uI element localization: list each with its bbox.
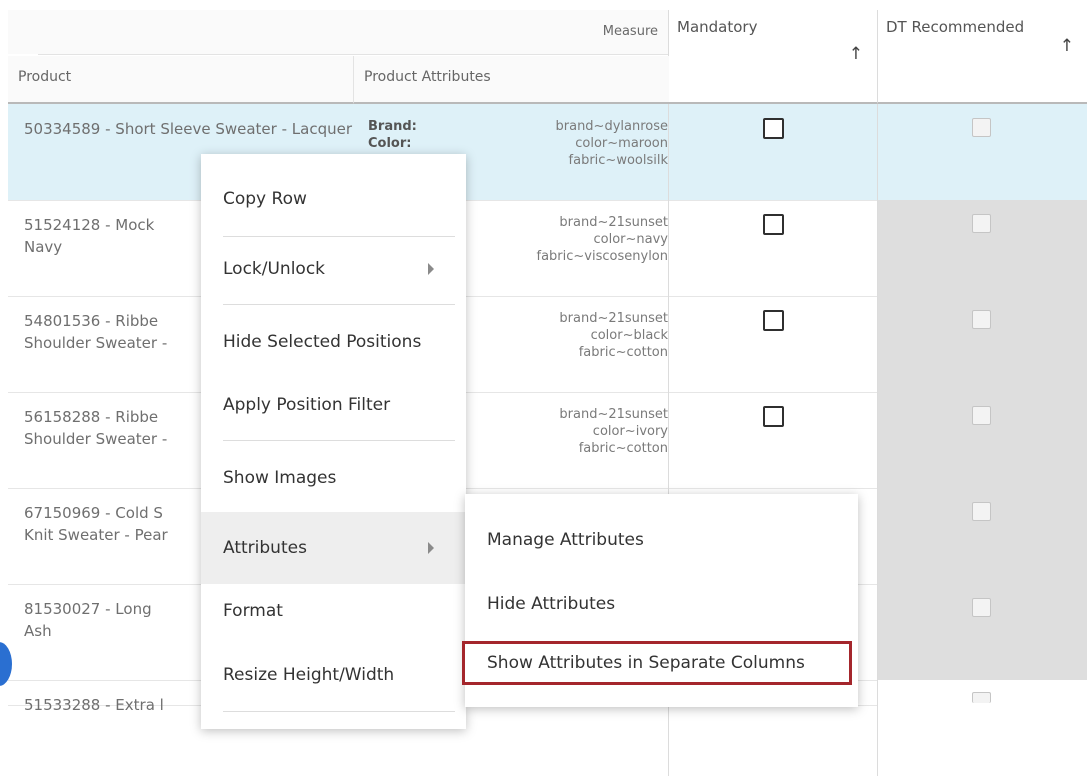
menu-divider — [223, 236, 455, 237]
submenu-item-label: Hide Attributes — [487, 594, 616, 614]
menu-divider — [223, 440, 455, 441]
attribute-keys: Brand: Color: — [368, 119, 417, 151]
menu-item-label: Resize Height/Width — [223, 665, 395, 685]
product-column-header[interactable]: Product — [8, 56, 353, 104]
dt-recommended-cell — [877, 680, 1087, 776]
menu-item-hide-selected-positions[interactable]: Hide Selected Positions — [201, 317, 466, 367]
menu-item-label: Hide Selected Positions — [223, 332, 422, 352]
submenu-arrow-icon — [428, 263, 434, 275]
product-header-label: Product — [18, 69, 72, 85]
dt-recommended-checkbox — [972, 310, 991, 329]
attribute-values: brand~21sunset color~black fabric~cotton — [559, 311, 668, 360]
attribute-values: brand~dylanrose color~maroon fabric~wool… — [555, 119, 669, 168]
attribute-values: brand~21sunset color~ivory fabric~cotton — [559, 407, 668, 456]
submenu-item-label: Manage Attributes — [487, 530, 644, 550]
table-row[interactable]: 54801536 - Ribbe Shoulder Sweater - brand… — [8, 296, 1087, 393]
submenu-item-show-attributes-in-separate-columns[interactable]: Show Attributes in Separate Columns — [462, 641, 852, 685]
menu-item-show-images[interactable]: Show Images — [201, 453, 466, 503]
product-cell: 50334589 - Short Sleeve Sweater - Lacque… — [24, 120, 352, 138]
measure-label: Measure — [602, 24, 658, 39]
grid-corner — [8, 10, 39, 54]
mandatory-checkbox[interactable] — [763, 406, 784, 427]
menu-item-copy-row[interactable]: Copy Row — [201, 174, 466, 224]
submenu-item-hide-attributes[interactable]: Hide Attributes — [465, 579, 858, 629]
sort-arrow-icon[interactable]: ↑ — [849, 44, 863, 64]
submenu-item-manage-attributes[interactable]: Manage Attributes — [465, 515, 858, 565]
mandatory-cell — [668, 392, 877, 488]
dt-recommended-cell — [877, 488, 1087, 584]
dt-recommended-cell — [877, 584, 1087, 680]
dt-recommended-cell — [877, 200, 1087, 296]
submenu-item-label: Show Attributes in Separate Columns — [487, 653, 805, 673]
sort-arrow-icon[interactable]: ↑ — [1060, 36, 1074, 56]
dt-recommended-label: DT Recommended — [886, 18, 1025, 36]
attributes-submenu: Manage Attributes Hide Attributes Show Att… — [462, 494, 858, 707]
submenu-arrow-icon — [428, 542, 434, 554]
menu-item-label: Format — [223, 601, 283, 621]
mandatory-checkbox[interactable] — [763, 310, 784, 331]
menu-divider — [223, 711, 455, 712]
dt-recommended-column-header[interactable]: DT Recommended ↑ — [877, 10, 1087, 104]
dt-recommended-cell — [877, 296, 1087, 392]
menu-item-lock-unlock[interactable]: Lock/Unlock — [201, 244, 466, 294]
mandatory-checkbox[interactable] — [763, 214, 784, 235]
mandatory-cell — [668, 104, 877, 200]
dt-recommended-cell — [877, 392, 1087, 488]
mandatory-label: Mandatory — [677, 18, 758, 36]
product-attributes-column-header[interactable]: Product Attributes — [353, 56, 669, 104]
menu-item-apply-position-filter[interactable]: Apply Position Filter — [201, 380, 466, 430]
menu-item-label: Show Images — [223, 468, 337, 488]
dt-recommended-checkbox — [972, 502, 991, 521]
dt-recommended-checkbox — [972, 406, 991, 425]
dt-recommended-checkbox — [972, 118, 991, 137]
context-menu: Copy Row Lock/Unlock Hide Selected Positio… — [201, 154, 466, 729]
menu-item-format[interactable]: Format — [201, 586, 466, 636]
menu-item-attributes[interactable]: Attributes — [201, 512, 466, 584]
mandatory-column-header[interactable]: Mandatory ↑ — [668, 10, 877, 104]
table-row[interactable]: 50334589 - Short Sleeve Sweater - Lacque… — [8, 104, 1087, 201]
menu-item-label: Copy Row — [223, 189, 307, 209]
dt-recommended-cell — [877, 104, 1087, 200]
attribute-values: brand~21sunset color~navy fabric~viscose… — [536, 215, 668, 264]
mandatory-checkbox[interactable] — [763, 118, 784, 139]
dt-recommended-checkbox — [972, 692, 991, 703]
menu-item-resize-height-width[interactable]: Resize Height/Width — [201, 650, 466, 700]
measure-header: Measure — [38, 10, 668, 55]
menu-divider — [223, 304, 455, 305]
menu-item-label: Apply Position Filter — [223, 395, 391, 415]
dt-recommended-checkbox — [972, 214, 991, 233]
mandatory-cell — [668, 296, 877, 392]
mandatory-cell — [668, 200, 877, 296]
table-row[interactable]: 56158288 - Ribbe Shoulder Sweater - brand… — [8, 392, 1087, 489]
table-row[interactable]: 51524128 - Mock Navy brand~21sunset color… — [8, 200, 1087, 297]
dt-recommended-checkbox — [972, 598, 991, 617]
product-attributes-header-label: Product Attributes — [364, 69, 491, 85]
menu-item-label: Lock/Unlock — [223, 259, 326, 279]
menu-item-label: Attributes — [223, 538, 307, 558]
